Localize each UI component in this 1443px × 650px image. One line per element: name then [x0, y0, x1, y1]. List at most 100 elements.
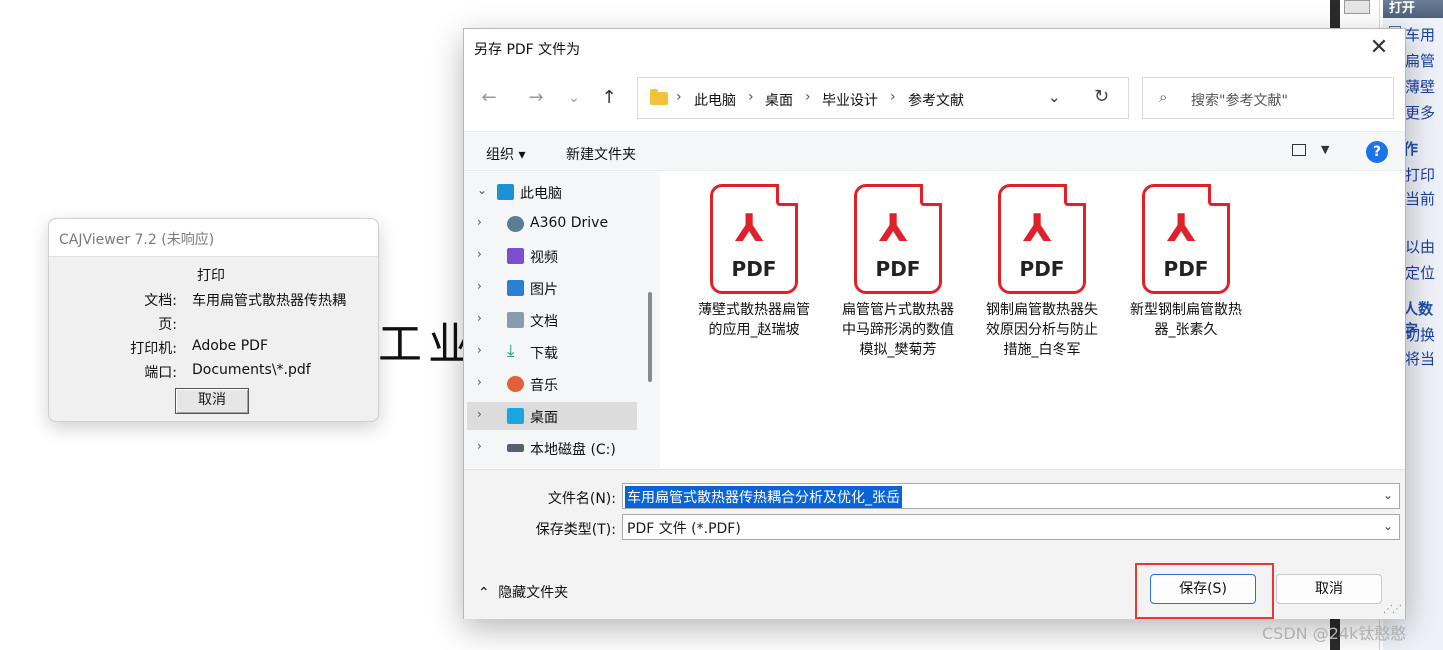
hide-folders-label: 隐藏文件夹: [498, 585, 569, 601]
expand-chevron-icon[interactable]: ›: [477, 343, 482, 357]
tree-item-music[interactable]: › 音乐: [467, 370, 637, 398]
expand-chevron-icon[interactable]: ›: [477, 407, 482, 421]
recent-doc-link-2[interactable]: 扁管: [1405, 50, 1435, 71]
cancel-button[interactable]: 取消: [1276, 574, 1382, 604]
file-name: 新型钢制扁管散热器_张素久: [1130, 302, 1242, 338]
expand-chevron-icon[interactable]: ›: [477, 279, 482, 293]
back-arrow-icon[interactable]: ←: [478, 87, 500, 109]
file-item[interactable]: ⅄ PDF 扁管管片式散热器中马蹄形涡的数值模拟_樊菊芳: [833, 184, 963, 360]
tree-label: A360 Drive: [530, 215, 609, 231]
scrollbar-thumb[interactable]: [1344, 0, 1370, 14]
file-item[interactable]: ⅄ PDF 新型钢制扁管散热器_张素久: [1121, 184, 1251, 340]
convert-link[interactable]: 将当: [1405, 348, 1435, 369]
filetype-dropdown-chevron-icon[interactable]: ⌄: [1383, 519, 1393, 533]
pdf-file-icon: ⅄ PDF: [1142, 184, 1230, 294]
tree-item-local-disk-c[interactable]: › 本地磁盘 (C:): [467, 434, 637, 462]
breadcrumb-separator: ›: [890, 89, 896, 105]
file-item[interactable]: ⅄ PDF 钢制扁管散热器失效原因分析与防止措施_白冬军: [977, 184, 1107, 360]
breadcrumb-graduation-design[interactable]: 毕业设计: [822, 90, 878, 110]
file-list: ⅄ PDF 薄壁式散热器扁管的应用_赵瑞坡 ⅄ PDF 扁管管片式散热器中马蹄形涡的…: [661, 172, 1405, 468]
switch-link[interactable]: 切换: [1405, 324, 1435, 345]
tree-item-documents[interactable]: › 文档: [467, 306, 637, 334]
search-placeholder[interactable]: 搜索"参考文献": [1191, 90, 1288, 110]
search-box[interactable]: ⌕ 搜索"参考文献": [1142, 77, 1394, 119]
expand-chevron-icon[interactable]: ›: [477, 375, 482, 389]
tree-item-pictures[interactable]: › 图片: [467, 274, 637, 302]
folder-icon: [650, 89, 668, 105]
pdf-icon-label: PDF: [875, 257, 921, 281]
current-link[interactable]: 当前: [1405, 188, 1435, 209]
dialog-title: 另存 PDF 文件为: [474, 42, 581, 58]
breadcrumb-separator: ›: [748, 89, 754, 105]
tree-item-this-pc[interactable]: ⌄ 此电脑: [467, 178, 637, 206]
nav-pane-scrollbar-thumb[interactable]: [648, 292, 652, 382]
navigation-pane: ⌄ 此电脑 › A360 Drive › 视频 › 图片 › 文档 › ⤓ 下载: [464, 172, 660, 468]
recent-locations-chevron-icon[interactable]: ⌄: [563, 87, 585, 109]
filename-input[interactable]: 车用扁管式散热器传热耦合分析及优化_张岳 ⌄: [622, 483, 1400, 509]
tree-label: 此电脑: [520, 186, 562, 202]
music-icon: [507, 376, 524, 392]
refresh-icon[interactable]: ↻: [1094, 86, 1109, 107]
caj-printer-label: 打印机:: [130, 341, 177, 357]
filename-value[interactable]: 车用扁管式散热器传热耦合分析及优化_张岳: [625, 486, 902, 508]
search-icon: ⌕: [1159, 88, 1168, 106]
view-options-chevron-icon[interactable]: ▼: [1321, 143, 1329, 156]
file-item[interactable]: ⅄ PDF 薄壁式散热器扁管的应用_赵瑞坡: [689, 184, 819, 340]
view-mode-icon[interactable]: [1292, 144, 1306, 156]
tree-label: 文档: [530, 314, 558, 330]
forward-arrow-icon[interactable]: →: [525, 87, 547, 109]
caj-cancel-button[interactable]: 取消: [175, 388, 249, 414]
panel-header-open: 打开: [1383, 0, 1443, 18]
caj-print-progress-dialog: CAJViewer 7.2 (未响应) 打印 文档: 车用扁管式散热器传热耦 页…: [48, 218, 379, 422]
filename-dropdown-chevron-icon[interactable]: ⌄: [1383, 488, 1393, 502]
filetype-select[interactable]: PDF 文件 (*.PDF) ⌄: [622, 514, 1400, 540]
caj-doc-label: 文档:: [144, 293, 177, 309]
more-link[interactable]: 更多: [1405, 102, 1435, 123]
file-name: 扁管管片式散热器中马蹄形涡的数值模拟_樊菊芳: [842, 302, 954, 358]
pdf-icon-label: PDF: [1019, 257, 1065, 281]
hide-folders-toggle[interactable]: ⌃ 隐藏文件夹: [478, 582, 568, 602]
organize-menu[interactable]: 组织 ▾: [486, 144, 525, 164]
address-bar[interactable]: › 此电脑 › 桌面 › 毕业设计 › 参考文献 ⌄ ↻: [637, 77, 1129, 119]
breadcrumb-this-pc[interactable]: 此电脑: [694, 90, 736, 110]
caj-heading: 打印: [197, 268, 225, 284]
breadcrumb-desktop[interactable]: 桌面: [765, 90, 793, 110]
breadcrumb-separator: ›: [805, 89, 811, 105]
tree-item-a360-drive[interactable]: › A360 Drive: [467, 210, 637, 238]
address-dropdown-chevron-icon[interactable]: ⌄: [1048, 88, 1061, 106]
help-icon[interactable]: ?: [1366, 141, 1388, 163]
locate-link[interactable]: 定位: [1405, 262, 1435, 283]
filetype-value[interactable]: PDF 文件 (*.PDF): [625, 517, 743, 539]
caj-page-label: 页:: [158, 317, 177, 333]
video-icon: [507, 248, 524, 264]
caj-doc-value: 车用扁管式散热器传热耦: [192, 293, 346, 309]
new-folder-button[interactable]: 新建文件夹: [566, 144, 636, 164]
expand-chevron-icon[interactable]: ›: [477, 439, 482, 453]
expand-chevron-icon[interactable]: ⌄: [477, 183, 487, 197]
tree-item-desktop[interactable]: › 桌面: [467, 402, 637, 430]
save-button[interactable]: 保存(S): [1150, 574, 1256, 604]
tree-label: 图片: [530, 282, 558, 298]
pdf-icon-label: PDF: [1163, 257, 1209, 281]
expand-chevron-icon[interactable]: ›: [477, 247, 482, 261]
pdf-icon-label: PDF: [731, 257, 777, 281]
recent-doc-link-1[interactable]: 车用: [1405, 24, 1435, 45]
cloud-drive-icon: [507, 216, 524, 232]
breadcrumb-references[interactable]: 参考文献: [908, 90, 964, 110]
tree-label: 音乐: [530, 378, 558, 394]
up-arrow-icon[interactable]: ↑: [598, 87, 620, 109]
expand-chevron-icon[interactable]: ›: [477, 215, 482, 229]
pdf-file-icon: ⅄ PDF: [854, 184, 942, 294]
resize-grip-icon[interactable]: ⋰⋰: [1383, 604, 1402, 615]
recent-doc-link-3[interactable]: 薄壁: [1405, 76, 1435, 97]
tree-item-videos[interactable]: › 视频: [467, 242, 637, 270]
print-link[interactable]: 打印: [1405, 164, 1435, 185]
pdf-file-icon: ⅄ PDF: [998, 184, 1086, 294]
tree-item-downloads[interactable]: › ⤓ 下载: [467, 338, 637, 366]
expand-chevron-icon[interactable]: ›: [477, 311, 482, 325]
tree-label: 下载: [530, 346, 558, 362]
close-icon[interactable]: ✕: [1365, 35, 1393, 63]
tree-label: 视频: [530, 250, 558, 266]
filetype-label: 保存类型(T):: [535, 522, 616, 538]
task-link-1[interactable]: 以由: [1405, 236, 1435, 257]
